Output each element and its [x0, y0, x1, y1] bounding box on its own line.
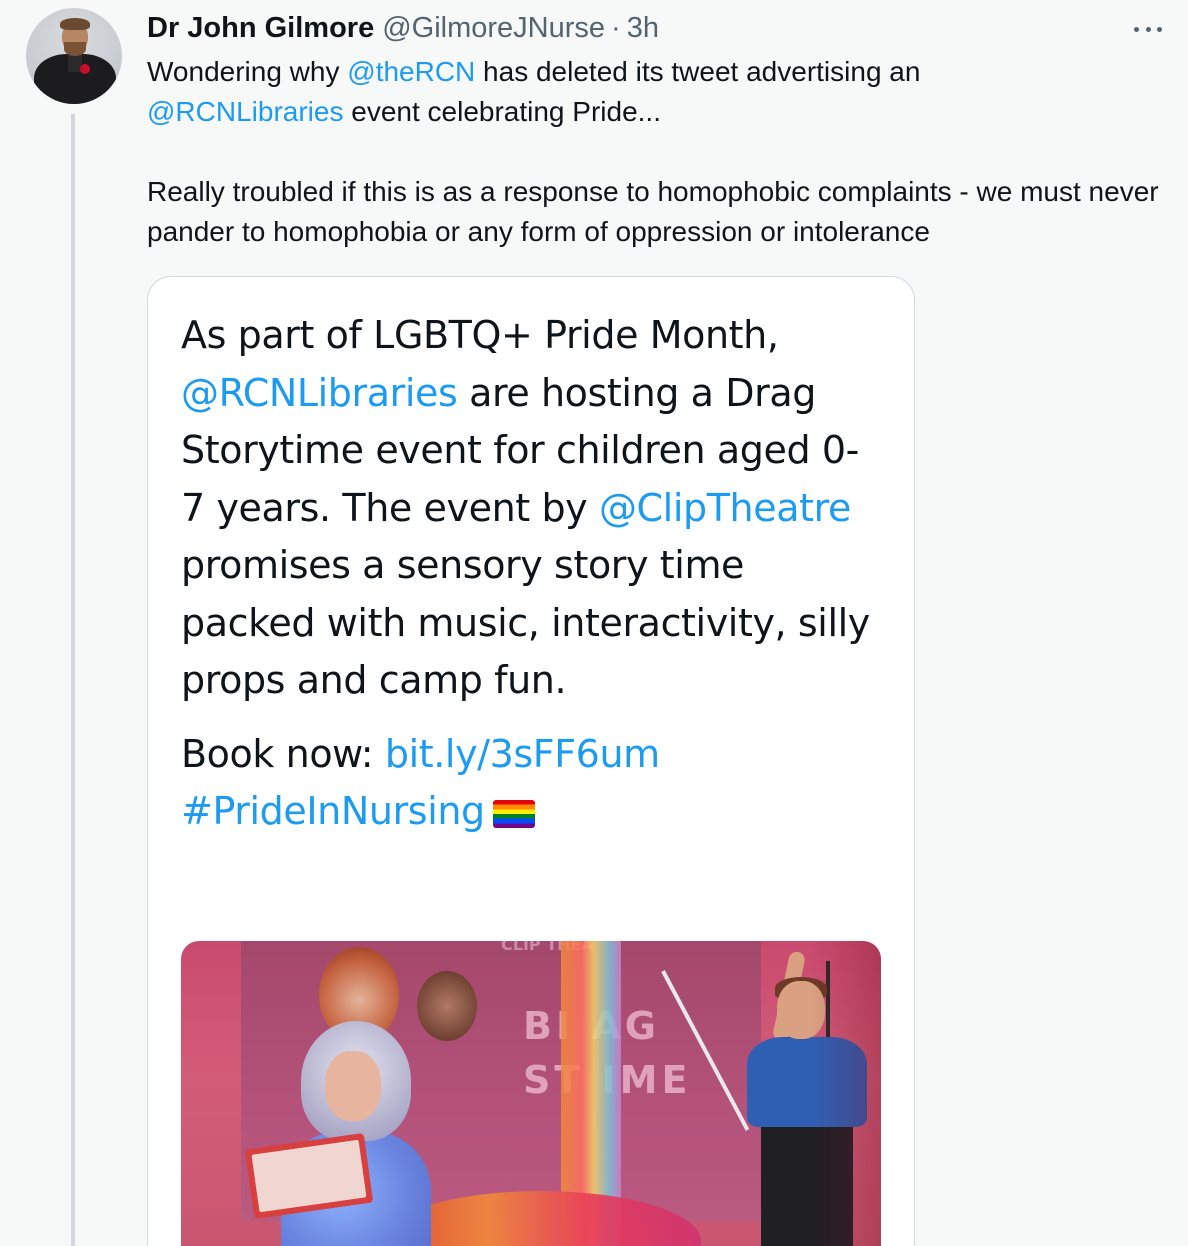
hashtag-prideinnursing[interactable]: #PrideInNursing: [181, 789, 485, 833]
tweet[interactable]: Dr John Gilmore @GilmoreJNurse · 3h Wond…: [0, 0, 1188, 1246]
quoted-text-segment: As part of LGBTQ+ Pride Month,: [181, 313, 779, 357]
author-handle[interactable]: @GilmoreJNurse: [382, 12, 605, 45]
quoted-text-segment: promises a sensory story time packed wit…: [181, 543, 870, 702]
quoted-paragraph-2: Book now: bit.ly/3sFF6um #PrideInNursing: [181, 726, 881, 841]
mention-link-rcnlibraries[interactable]: @RCNLibraries: [147, 96, 343, 127]
tweet-header: Dr John Gilmore @GilmoreJNurse · 3h: [147, 8, 1158, 48]
avatar-beard: [64, 42, 86, 56]
header-separator: ·: [611, 11, 621, 44]
tweet-text-segment: event celebrating Pride...: [343, 96, 661, 127]
tweet-text-segment: Wondering why: [147, 56, 348, 87]
more-dot: [1134, 26, 1139, 32]
quoted-mention-cliptheatre[interactable]: @ClipTheatre: [599, 486, 851, 530]
thread-line: [71, 114, 75, 1246]
avatar-hair: [60, 18, 90, 30]
tweet-timestamp[interactable]: 3h: [627, 12, 659, 45]
book-now-label: Book now:: [181, 731, 385, 776]
rainbow-flag-icon: [492, 800, 535, 828]
stage-shade: [811, 941, 881, 1246]
author-name[interactable]: Dr John Gilmore: [147, 12, 374, 45]
more-dot: [1145, 26, 1151, 32]
quoted-mention-rcnlibraries[interactable]: @RCNLibraries: [181, 371, 458, 415]
quoted-paragraph-1: As part of LGBTQ+ Pride Month, @RCNLibra…: [181, 307, 881, 710]
quoted-tweet-card[interactable]: As part of LGBTQ+ Pride Month, @RCNLibra…: [147, 276, 915, 1246]
booking-link[interactable]: bit.ly/3sFF6um: [385, 732, 660, 776]
tweet-paragraph-2: Really troubled if this is as a response…: [147, 176, 1159, 247]
mention-link-therc[interactable]: @theRCN: [347, 56, 475, 87]
author-avatar[interactable]: [26, 8, 122, 104]
more-dot: [1157, 26, 1162, 32]
tweet-text-segment: has deleted its tweet advertising an: [475, 56, 921, 87]
quoted-tweet-text: As part of LGBTQ+ Pride Month, @RCNLibra…: [181, 307, 881, 841]
tweet-text: Wondering why @theRCN has deleted its tw…: [147, 52, 1167, 292]
more-options-icon[interactable]: [1128, 14, 1168, 44]
performer-face: [325, 1051, 381, 1121]
tweet-paragraph-1: Wondering why @theRCN has deleted its tw…: [147, 52, 1167, 132]
avatar-flower: [80, 64, 90, 74]
quoted-tweet-photo[interactable]: CLIP THEA BI AG ST IME: [181, 941, 881, 1246]
